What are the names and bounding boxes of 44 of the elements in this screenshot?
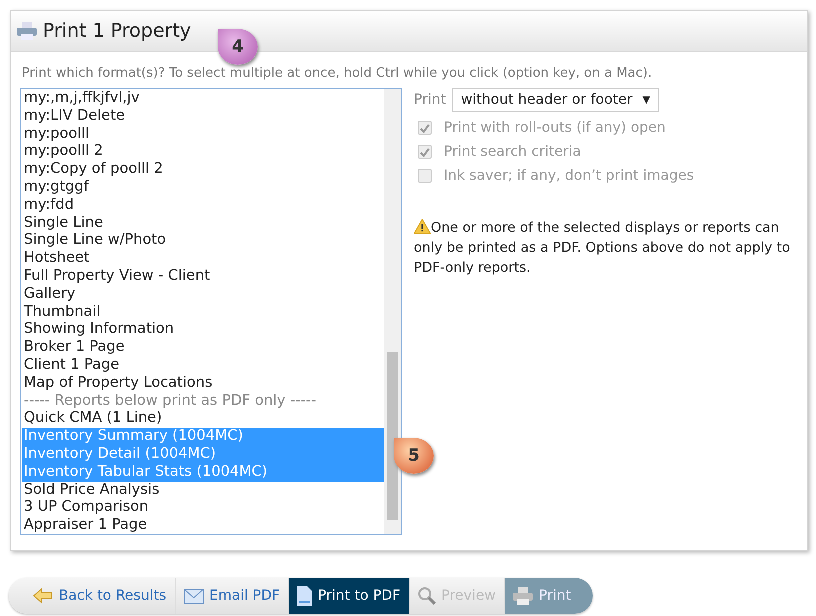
- document-icon: [297, 586, 312, 606]
- list-option[interactable]: my:Copy of poolll 2: [22, 161, 384, 179]
- checkbox-label: Print with roll-outs (if any) open: [444, 120, 666, 136]
- list-option[interactable]: Showing Information: [22, 321, 384, 340]
- toolbar-button[interactable]: Back to Results: [9, 578, 176, 614]
- print-label: Print: [414, 92, 446, 108]
- printer-icon: [17, 22, 37, 40]
- checkbox-label: Print search criteria: [444, 144, 582, 160]
- instruction-text: Print which format(s)? To select multiple at once, hold Ctrl while you click (option key, on a Mac).: [21, 65, 654, 81]
- printer-icon: [513, 587, 534, 605]
- toolbar-button[interactable]: Email PDF: [176, 578, 290, 614]
- print-dropdown[interactable]: without header or footer ▼: [452, 88, 660, 112]
- checkbox-label: Ink saver; if any, don’t print images: [444, 168, 694, 184]
- step-badge: 5: [394, 438, 434, 474]
- list-option[interactable]: my:gtggf: [22, 178, 384, 197]
- list-option[interactable]: Single Line: [22, 214, 384, 232]
- list-option[interactable]: Gallery: [22, 286, 384, 304]
- format-listbox[interactable]: [20, 88, 402, 535]
- list-option[interactable]: my:fdd: [22, 196, 384, 215]
- list-option[interactable]: Client 1 Page: [22, 356, 384, 375]
- left-arrow-icon: [33, 588, 53, 604]
- envelope-icon: [184, 588, 204, 604]
- step-badge: 4: [218, 29, 258, 65]
- list-option[interactable]: my:poolll: [22, 126, 384, 144]
- list-option[interactable]: Full Property View - Client: [22, 268, 384, 286]
- scrollbar[interactable]: [384, 89, 401, 534]
- list-option[interactable]: my:,m,j,ffkjfvl,jv: [22, 90, 384, 108]
- list-option[interactable]: Sold Price Analysis: [22, 482, 384, 500]
- list-option[interactable]: Single Line w/Photo: [22, 232, 384, 250]
- warning-icon: [414, 219, 431, 234]
- panel-title: Print 1 Property: [43, 20, 192, 42]
- magnifier-icon: [418, 587, 436, 605]
- list-option[interactable]: my:LIV Delete: [22, 108, 384, 126]
- list-option[interactable]: Map of Property Locations: [22, 374, 384, 393]
- toolbar-button[interactable]: Print to PDF: [289, 578, 410, 614]
- list-option[interactable]: 3 UP Comparison: [22, 499, 384, 518]
- list-separator: ----- Reports below print as PDF only -----: [23, 392, 318, 410]
- list-option[interactable]: Thumbnail: [22, 304, 384, 322]
- list-option[interactable]: Quick CMA (1 Line): [22, 410, 384, 428]
- pdf-warning-text: One or more of the selected displays or reports can only be printed as a PDF. Options above do not apply to PDF-only reports.: [414, 218, 792, 278]
- list-option[interactable]: Appraiser 1 Page: [22, 517, 384, 534]
- list-option[interactable]: Hotsheet: [22, 250, 384, 268]
- list-option[interactable]: Broker 1 Page: [22, 339, 384, 357]
- list-option[interactable]: my:poolll 2: [22, 143, 384, 162]
